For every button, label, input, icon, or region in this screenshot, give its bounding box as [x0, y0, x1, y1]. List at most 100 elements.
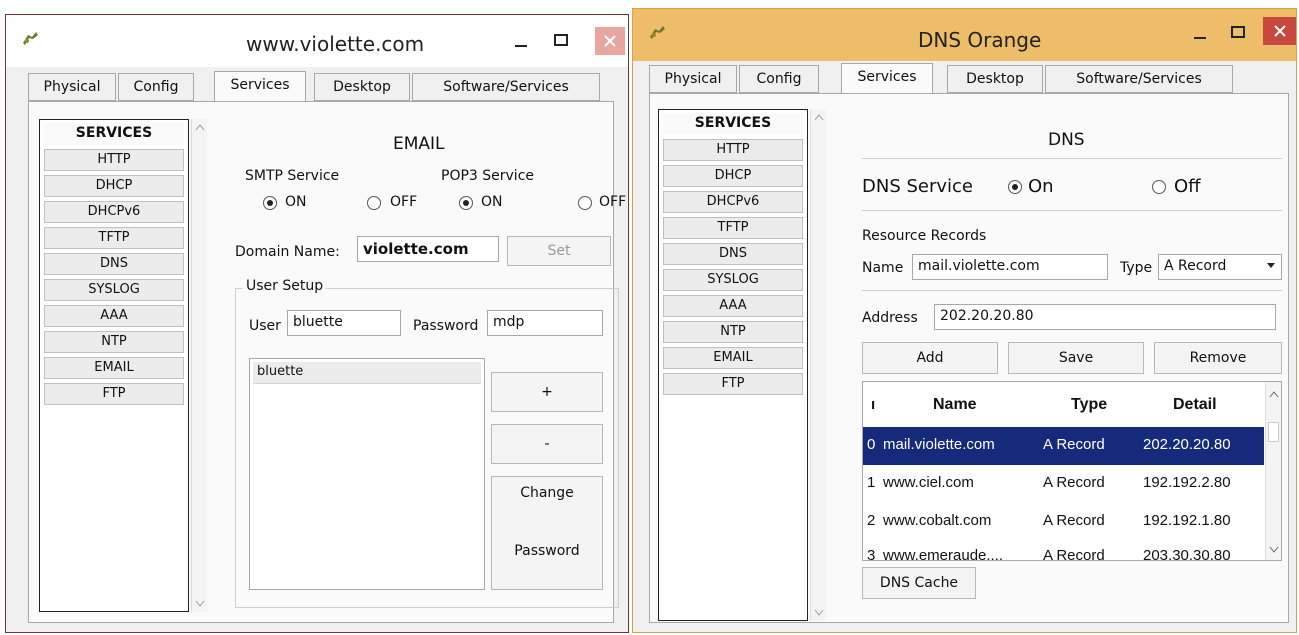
dns-service-label: DNS Service	[862, 176, 973, 197]
tab-services[interactable]: Services	[841, 63, 933, 94]
right-window: DNS Orange Physical Config Services Desk…	[632, 8, 1297, 633]
pop3-on-radio[interactable]	[459, 196, 473, 210]
list-item[interactable]: FTP	[663, 373, 803, 395]
list-item[interactable]: DHCP	[44, 175, 184, 197]
list-item[interactable]: AAA	[663, 295, 803, 317]
password-input[interactable]: mdp	[487, 310, 603, 336]
list-item[interactable]: DHCPv6	[663, 191, 803, 213]
chevron-up-icon[interactable]	[814, 113, 824, 121]
type-select-value: A Record	[1164, 258, 1227, 274]
list-item[interactable]: SYSLOG	[44, 279, 184, 301]
list-item: SERVICES	[44, 123, 184, 145]
minimize-button[interactable]	[1185, 19, 1215, 47]
name-input[interactable]: mail.violette.com	[912, 254, 1108, 280]
list-item[interactable]: DNS	[44, 253, 184, 275]
chevron-down-icon[interactable]	[1269, 546, 1279, 554]
address-input[interactable]: 202.20.20.80	[934, 304, 1276, 330]
add-user-button[interactable]: +	[491, 372, 603, 412]
domain-input[interactable]: violette.com	[357, 236, 499, 262]
chevron-up-icon[interactable]	[195, 123, 205, 131]
row-name: www.emeraude....	[883, 547, 1004, 561]
table-header: ı Name Type Detail	[863, 382, 1263, 426]
services-scrollbar[interactable]	[191, 119, 207, 612]
change-password-label-1: Change	[520, 485, 574, 501]
row-index: 2	[867, 512, 876, 529]
tab-config[interactable]: Config	[739, 65, 819, 93]
tab-software-services[interactable]: Software/Services	[412, 73, 600, 101]
tab-services[interactable]: Services	[214, 71, 306, 102]
list-item[interactable]: TFTP	[44, 227, 184, 249]
app-icon	[23, 32, 38, 45]
close-button[interactable]	[595, 27, 625, 55]
list-item[interactable]: NTP	[663, 321, 803, 343]
tab-desktop[interactable]: Desktop	[947, 65, 1043, 93]
chevron-up-icon[interactable]	[1269, 390, 1279, 398]
list-item[interactable]: bluette	[253, 362, 481, 384]
chevron-down-icon[interactable]	[195, 600, 205, 608]
smtp-off-radio[interactable]	[367, 196, 381, 210]
set-button[interactable]: Set	[507, 236, 611, 266]
table-scrollbar[interactable]	[1265, 382, 1281, 560]
add-record-button[interactable]: Add	[862, 342, 998, 374]
list-item[interactable]: TFTP	[663, 217, 803, 239]
domain-label: Domain Name:	[235, 244, 340, 260]
remove-record-button[interactable]: Remove	[1154, 342, 1282, 374]
row-detail: 202.20.20.80	[1143, 436, 1231, 453]
divider	[862, 290, 1282, 291]
smtp-on-radio[interactable]	[263, 196, 277, 210]
smtp-off-label: OFF	[390, 194, 418, 210]
pop3-off-radio[interactable]	[578, 196, 592, 210]
change-password-button[interactable]: Change Password	[491, 476, 603, 590]
list-item[interactable]: DNS	[663, 243, 803, 265]
right-titlebar[interactable]: DNS Orange	[633, 9, 1296, 61]
smtp-label: SMTP Service	[245, 168, 340, 184]
table-row[interactable]: 1 www.ciel.com A Record 192.192.2.80	[863, 465, 1264, 503]
list-item[interactable]: AAA	[44, 305, 184, 327]
minimize-icon	[1194, 37, 1206, 39]
tab-physical[interactable]: Physical	[649, 65, 737, 93]
save-button[interactable]: Save	[1008, 342, 1144, 374]
column-header-detail[interactable]: Detail	[1173, 396, 1217, 414]
user-input[interactable]: bluette	[287, 310, 401, 336]
table-row[interactable]: 0 mail.violette.com A Record 202.20.20.8…	[863, 427, 1264, 465]
list-item[interactable]: FTP	[44, 383, 184, 405]
dns-off-radio[interactable]	[1152, 180, 1166, 194]
tab-software-services[interactable]: Software/Services	[1045, 65, 1233, 93]
dns-on-radio[interactable]	[1008, 180, 1022, 194]
users-list[interactable]: bluette	[249, 358, 485, 590]
services-list[interactable]: SERVICES HTTP DHCP DHCPv6 TFTP DNS SYSLO…	[658, 109, 808, 621]
records-table[interactable]: ı Name Type Detail 0 mail.violette.com A…	[862, 381, 1282, 561]
row-name: www.cobalt.com	[883, 512, 992, 529]
row-detail: 192.192.1.80	[1143, 512, 1231, 529]
services-list[interactable]: SERVICES HTTP DHCP DHCPv6 TFTP DNS SYSLO…	[39, 119, 189, 612]
column-header-name[interactable]: Name	[933, 396, 977, 414]
table-row[interactable]: 3 www.emeraude.... A Record 203.30.30.80	[863, 541, 1264, 561]
table-row[interactable]: 2 www.cobalt.com A Record 192.192.1.80	[863, 503, 1264, 541]
minimize-button[interactable]	[506, 27, 536, 55]
list-item[interactable]: DHCP	[663, 165, 803, 187]
scrollbar-thumb[interactable]	[1268, 422, 1279, 442]
services-panel: SERVICES HTTP DHCP DHCPv6 TFTP DNS SYSLO…	[28, 101, 626, 623]
close-button[interactable]	[1263, 17, 1296, 45]
list-item[interactable]: HTTP	[663, 139, 803, 161]
dns-cache-button[interactable]: DNS Cache	[862, 567, 976, 599]
type-select[interactable]: A Record	[1158, 254, 1282, 280]
list-item[interactable]: SYSLOG	[663, 269, 803, 291]
tab-desktop[interactable]: Desktop	[314, 73, 410, 101]
list-item[interactable]: HTTP	[44, 149, 184, 171]
maximize-icon	[1231, 26, 1245, 38]
remove-user-button[interactable]: -	[491, 424, 603, 464]
tab-physical[interactable]: Physical	[28, 73, 116, 101]
row-name: mail.violette.com	[883, 436, 995, 453]
column-header-type[interactable]: Type	[1071, 396, 1107, 414]
maximize-button[interactable]	[546, 27, 576, 55]
left-titlebar[interactable]: www.violette.com	[6, 15, 628, 67]
tab-config[interactable]: Config	[118, 73, 194, 101]
list-item[interactable]: NTP	[44, 331, 184, 353]
maximize-button[interactable]	[1223, 19, 1253, 47]
list-item[interactable]: DHCPv6	[44, 201, 184, 223]
list-item[interactable]: EMAIL	[44, 357, 184, 379]
chevron-down-icon[interactable]	[814, 609, 824, 617]
list-item[interactable]: EMAIL	[663, 347, 803, 369]
services-scrollbar[interactable]	[810, 109, 826, 621]
